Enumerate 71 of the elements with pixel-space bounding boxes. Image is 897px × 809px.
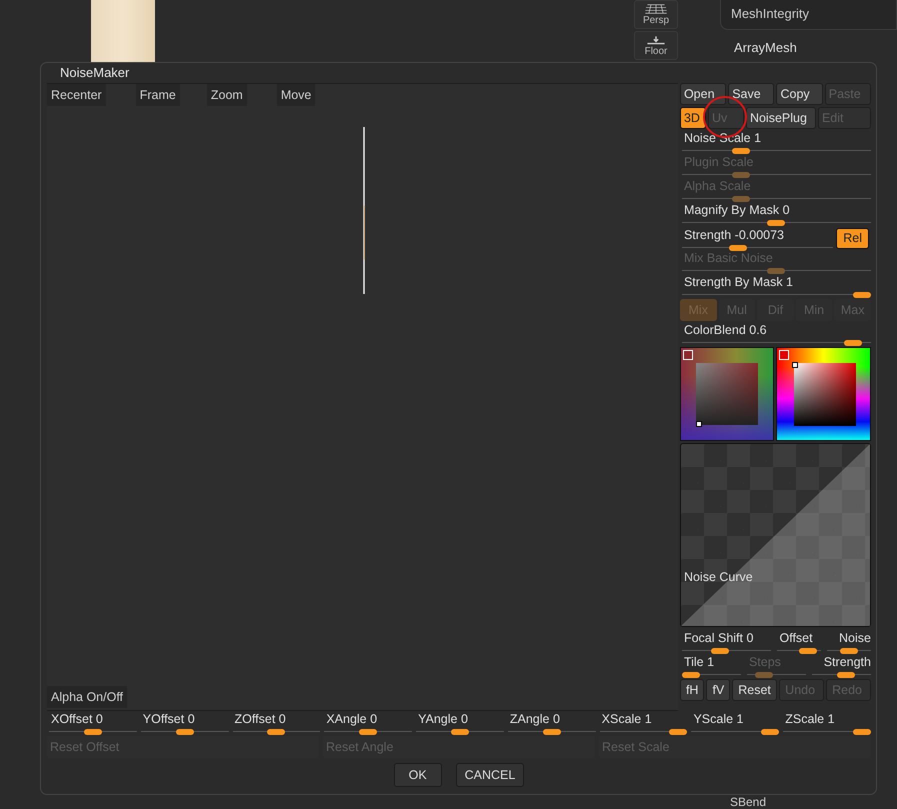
mode-button[interactable]: NoisePlug — [746, 107, 816, 129]
slider-thumb[interactable] — [767, 220, 786, 226]
slider-thumb[interactable] — [840, 648, 858, 654]
slider-thumb[interactable] — [844, 340, 862, 346]
slider-label: Magnify By Mask 0 — [682, 203, 790, 218]
slider-label: Focal Shift 0 — [682, 631, 754, 646]
section-title: ArrayMesh — [733, 39, 798, 57]
slider-label: YAngle 0 — [417, 712, 468, 726]
slider-label: Offset — [778, 631, 813, 646]
slider-thumb[interactable] — [267, 728, 286, 735]
toolbar-button[interactable]: Frame — [136, 84, 180, 106]
slider-label: Tile 1 — [682, 655, 714, 670]
relative-toggle[interactable]: Rel — [836, 228, 869, 248]
menu-item[interactable]: MeshIntegrity — [731, 6, 886, 21]
slider-label: ZOffset 0 — [234, 712, 286, 726]
slider-label: Strength -0.00073 — [682, 228, 784, 242]
file-button[interactable]: Copy — [776, 83, 823, 105]
window-title: NoiseMaker — [59, 64, 130, 82]
floor-icon — [645, 34, 667, 44]
slider-track[interactable] — [783, 728, 871, 734]
slider-track[interactable] — [691, 728, 780, 734]
slider-thumb[interactable] — [176, 728, 194, 735]
color-picker[interactable] — [680, 347, 774, 441]
slider-track[interactable] — [600, 728, 688, 734]
slider-thumb[interactable] — [359, 728, 378, 735]
dialog-button[interactable]: OK — [394, 763, 442, 787]
curve-button[interactable]: Reset — [732, 679, 778, 701]
slider-thumb[interactable] — [710, 648, 729, 654]
slider-thumb[interactable] — [669, 728, 688, 735]
menu-item[interactable]: SBend — [720, 795, 897, 809]
slider-label: Noise — [838, 631, 871, 646]
slider-label: ZScale 1 — [784, 712, 835, 726]
toolbar-button[interactable]: Move — [276, 84, 316, 106]
slider-track[interactable] — [682, 292, 871, 297]
file-button[interactable]: Open — [680, 83, 726, 105]
slider-label: ZAngle 0 — [508, 712, 560, 726]
slider-label: YOffset 0 — [142, 712, 195, 726]
dialog-button[interactable]: CANCEL — [456, 763, 524, 787]
slider-label: Strength — [822, 655, 871, 670]
file-button[interactable]: Save — [728, 83, 774, 105]
slider-label: XOffset 0 — [50, 712, 103, 726]
slider-thumb[interactable] — [450, 728, 469, 735]
slider-label: Strength By Mask 1 — [682, 275, 794, 290]
curve-button[interactable]: fV — [706, 679, 730, 701]
slider-label: XScale 1 — [600, 712, 652, 726]
slider-thumb[interactable] — [682, 672, 700, 678]
slider-label: ColorBlend 0.6 — [682, 323, 767, 338]
slider-thumb[interactable] — [853, 292, 871, 298]
slider-label: XAngle 0 — [325, 712, 378, 726]
slider-thumb[interactable] — [836, 672, 855, 678]
curve-graph[interactable]: Noise Curve — [680, 443, 871, 627]
slider-thumb[interactable] — [84, 728, 102, 735]
grid-icon — [645, 4, 667, 14]
slider-track[interactable] — [682, 245, 833, 249]
curve-button[interactable]: fH — [680, 679, 704, 701]
view-button[interactable]: Floor — [634, 31, 678, 60]
slider-thumb[interactable] — [728, 245, 746, 251]
slider-thumb[interactable] — [799, 648, 818, 654]
slider-track[interactable] — [682, 672, 741, 677]
alpha-toggle-button[interactable]: Alpha On/Off — [47, 686, 128, 708]
toolbar-button[interactable]: Recenter — [47, 84, 106, 106]
slider-thumb[interactable] — [853, 728, 871, 735]
view-button[interactable]: Persp — [634, 0, 678, 29]
slider-thumb[interactable] — [732, 148, 750, 154]
slider-thumb[interactable] — [542, 728, 561, 735]
color-picker[interactable] — [776, 347, 871, 441]
slider-label: YScale 1 — [692, 712, 744, 726]
slider-thumb[interactable] — [761, 728, 780, 735]
curve-label: Noise Curve — [684, 570, 753, 584]
toolbar-button[interactable]: Zoom — [206, 84, 247, 106]
mode-button[interactable]: 3D — [680, 107, 706, 129]
